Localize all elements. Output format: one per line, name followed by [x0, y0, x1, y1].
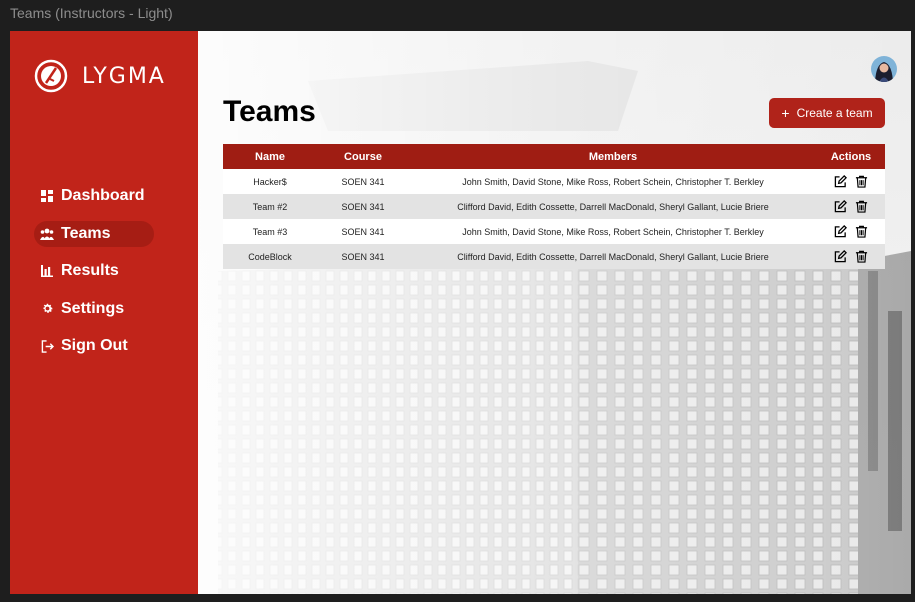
logo[interactable]: LYGMA [34, 59, 166, 93]
edit-icon[interactable] [834, 175, 847, 188]
team-course-cell: SOEN 341 [317, 244, 409, 269]
dashboard-icon [40, 189, 54, 203]
table-header-row: Name Course Members Actions [223, 144, 885, 169]
gear-icon [40, 302, 54, 316]
table-row[interactable]: Team #2 SOEN 341 Clifford David, Edith C… [223, 194, 885, 219]
sidebar-nav: Dashboard Teams Results Settings Sign Ou… [34, 183, 184, 371]
people-icon [40, 227, 54, 241]
column-header-name[interactable]: Name [223, 144, 317, 169]
team-course-cell: SOEN 341 [317, 219, 409, 244]
sidebar: LYGMA Dashboard Teams Results Settings S… [10, 31, 198, 594]
page-title: Teams [223, 95, 316, 128]
team-name-cell: CodeBlock [223, 244, 317, 269]
team-actions-cell [817, 169, 885, 194]
trash-icon[interactable] [855, 200, 868, 213]
teams-table: Name Course Members Actions Hacker$ SOEN… [223, 144, 885, 269]
sidebar-item-label: Teams [61, 224, 111, 242]
sidebar-item-label: Dashboard [61, 187, 145, 204]
edit-icon[interactable] [834, 200, 847, 213]
sidebar-item-settings[interactable]: Settings [34, 296, 184, 322]
trash-icon[interactable] [855, 250, 868, 263]
bar-chart-icon [40, 264, 54, 278]
team-course-cell: SOEN 341 [317, 169, 409, 194]
trash-icon[interactable] [855, 175, 868, 188]
team-members-cell: Clifford David, Edith Cossette, Darrell … [409, 194, 817, 219]
table-row[interactable]: Hacker$ SOEN 341 John Smith, David Stone… [223, 169, 885, 194]
brand-name: LYGMA [82, 63, 166, 89]
create-team-label: Create a team [796, 106, 873, 120]
sign-out-icon [40, 339, 54, 353]
edit-icon[interactable] [834, 250, 847, 263]
team-actions-cell [817, 244, 885, 269]
team-members-cell: John Smith, David Stone, Mike Ross, Robe… [409, 169, 817, 194]
team-name-cell: Team #3 [223, 219, 317, 244]
team-actions-cell [817, 194, 885, 219]
table-row[interactable]: Team #3 SOEN 341 John Smith, David Stone… [223, 219, 885, 244]
sidebar-item-label: Settings [61, 299, 125, 317]
sidebar-item-results[interactable]: Results [34, 258, 184, 284]
sidebar-item-sign-out[interactable]: Sign Out [34, 333, 184, 359]
team-members-cell: John Smith, David Stone, Mike Ross, Robe… [409, 219, 817, 244]
edit-icon[interactable] [834, 225, 847, 238]
column-header-actions: Actions [817, 144, 885, 169]
plus-icon: + [781, 105, 790, 121]
user-avatar[interactable] [871, 56, 897, 82]
column-header-course[interactable]: Course [317, 144, 409, 169]
team-actions-cell [817, 219, 885, 244]
create-team-button[interactable]: + Create a team [769, 98, 885, 128]
main-content: Teams + Create a team Name Course Member… [198, 31, 911, 594]
trash-icon[interactable] [855, 225, 868, 238]
team-name-cell: Team #2 [223, 194, 317, 219]
window-title: Teams (Instructors - Light) [10, 5, 173, 21]
app-frame: LYGMA Dashboard Teams Results Settings S… [10, 31, 911, 594]
logo-icon [34, 59, 68, 93]
sidebar-item-teams[interactable]: Teams [34, 220, 154, 247]
team-members-cell: Clifford David, Edith Cossette, Darrell … [409, 244, 817, 269]
sidebar-item-label: Sign Out [61, 337, 128, 354]
team-name-cell: Hacker$ [223, 169, 317, 194]
table-row[interactable]: CodeBlock SOEN 341 Clifford David, Edith… [223, 244, 885, 269]
team-course-cell: SOEN 341 [317, 194, 409, 219]
column-header-members[interactable]: Members [409, 144, 817, 169]
sidebar-item-dashboard[interactable]: Dashboard [34, 183, 184, 209]
sidebar-item-label: Results [61, 262, 119, 279]
